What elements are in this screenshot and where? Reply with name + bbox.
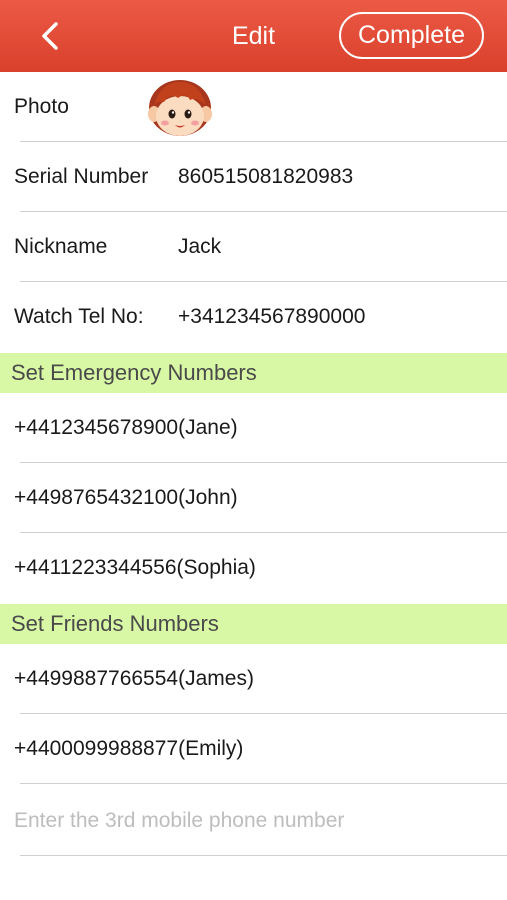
photo-row[interactable]: Photo xyxy=(0,72,507,142)
emergency-number-2[interactable]: +4498765432100(John) xyxy=(14,463,238,533)
serial-number-row: Serial Number 860515081820983 xyxy=(0,142,507,212)
back-button[interactable] xyxy=(36,18,66,54)
emergency-number-item[interactable]: +4498765432100(John) xyxy=(0,463,507,533)
navigation-bar: Edit Complete xyxy=(0,0,507,72)
friend-number-input[interactable] xyxy=(14,800,494,842)
emergency-number-item[interactable]: +4411223344556(Sophia) xyxy=(0,533,507,603)
friend-number-1[interactable]: +4499887766554(James) xyxy=(14,644,254,714)
emergency-number-item[interactable]: +4412345678900(Jane) xyxy=(0,393,507,463)
photo-label: Photo xyxy=(14,95,69,118)
nickname-label: Nickname xyxy=(14,235,108,258)
nickname-value[interactable]: Jack xyxy=(178,212,221,282)
serial-number-value: 860515081820983 xyxy=(178,165,354,188)
friends-section-header: Set Friends Numbers xyxy=(0,604,507,644)
chevron-left-icon xyxy=(42,22,58,50)
avatar[interactable] xyxy=(146,72,214,140)
friend-number-item[interactable]: +4400099988877(Emily) xyxy=(0,714,507,784)
complete-button[interactable]: Complete xyxy=(339,12,484,59)
watch-tel-row[interactable]: Watch Tel No: +341234567890000 xyxy=(0,282,507,352)
cartoon-boy-avatar-icon xyxy=(148,80,212,136)
emergency-number-3[interactable]: +4411223344556(Sophia) xyxy=(14,533,256,603)
nickname-row[interactable]: Nickname Jack xyxy=(0,212,507,282)
friend-number-item[interactable]: +4499887766554(James) xyxy=(0,644,507,714)
divider xyxy=(20,855,507,856)
friend-number-2[interactable]: +4400099988877(Emily) xyxy=(14,714,243,784)
divider xyxy=(20,783,507,784)
emergency-number-1[interactable]: +4412345678900(Jane) xyxy=(14,393,238,463)
emergency-section-header: Set Emergency Numbers xyxy=(0,353,507,393)
friend-number-input-row xyxy=(0,786,507,856)
watch-tel-value[interactable]: +341234567890000 xyxy=(178,282,365,352)
serial-number-label: Serial Number xyxy=(14,165,149,188)
watch-tel-label: Watch Tel No: xyxy=(14,305,144,328)
